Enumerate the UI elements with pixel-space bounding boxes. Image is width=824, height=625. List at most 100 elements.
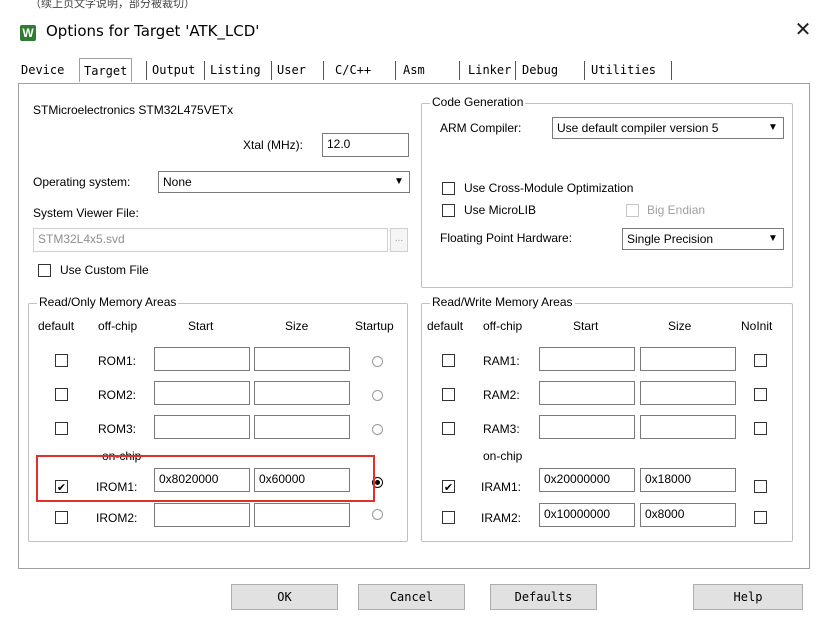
tab-user[interactable]: User (273, 60, 310, 82)
os-value: None (163, 175, 192, 189)
use-custom-file-label: Use Custom File (60, 263, 149, 277)
uvision-app-icon: W (20, 25, 36, 41)
iram1-noinit-checkbox[interactable] (754, 480, 767, 493)
tab-listing[interactable]: Listing (206, 60, 265, 82)
window-title: Options for Target 'ATK_LCD' (46, 22, 260, 40)
svd-file-field[interactable]: STM32L4x5.svd (33, 228, 388, 252)
ram-header-offchip: off-chip (483, 319, 523, 333)
rom1-default-checkbox[interactable] (55, 354, 68, 367)
iram1-size-input[interactable]: 0x18000 (640, 468, 736, 492)
ram2-noinit-checkbox[interactable] (754, 388, 767, 401)
tab-debug[interactable]: Debug (518, 60, 562, 82)
rom-header-offchip: off-chip (98, 319, 138, 333)
fp-hardware-select[interactable]: Single Precision ▼ (622, 228, 784, 250)
ram3-start-input[interactable] (539, 415, 635, 439)
tab-target[interactable]: Target (79, 58, 133, 82)
defaults-button[interactable]: Defaults (490, 584, 597, 610)
chevron-down-icon[interactable]: ▼ (765, 120, 781, 136)
microlib-checkbox[interactable] (442, 204, 455, 217)
fp-hardware-label: Floating Point Hardware: (440, 231, 573, 245)
highlight-box (36, 455, 375, 502)
ram1-start-input[interactable] (539, 347, 635, 371)
rom1-start-input[interactable] (154, 347, 250, 371)
irom2-startup-radio[interactable] (372, 509, 383, 520)
ram2-start-input[interactable] (539, 381, 635, 405)
cancel-button[interactable]: Cancel (358, 584, 465, 610)
rom2-default-checkbox[interactable] (55, 388, 68, 401)
tab-separator (459, 61, 460, 80)
ram-header-noinit: NoInit (741, 319, 773, 333)
rom3-size-input[interactable] (254, 415, 350, 439)
ram2-default-checkbox[interactable] (442, 388, 455, 401)
rom3-label: ROM3: (98, 422, 137, 436)
tab-c-cpp[interactable]: C/C++ (331, 60, 375, 82)
iram2-start-input[interactable]: 0x10000000 (539, 503, 635, 527)
tab-utilities[interactable]: Utilities (587, 60, 660, 82)
rom3-start-input[interactable] (154, 415, 250, 439)
tab-separator (271, 61, 272, 80)
irom2-size-input[interactable] (254, 503, 350, 527)
ram1-noinit-checkbox[interactable] (754, 354, 767, 367)
chevron-down-icon[interactable]: ▼ (391, 174, 407, 190)
help-button[interactable]: Help (693, 584, 803, 610)
arm-compiler-label: ARM Compiler: (440, 121, 522, 135)
use-custom-file-checkbox[interactable] (38, 264, 51, 277)
rom2-startup-radio[interactable] (372, 390, 383, 401)
iram1-start-input[interactable]: 0x20000000 (539, 468, 635, 492)
iram2-default-checkbox[interactable] (442, 511, 455, 524)
ram-onchip-label: on-chip (483, 449, 523, 463)
iram2-noinit-checkbox[interactable] (754, 511, 767, 524)
ram1-size-input[interactable] (640, 347, 736, 371)
cross-module-checkbox[interactable] (442, 182, 455, 195)
xtal-label: Xtal (MHz): (243, 138, 303, 152)
iram2-size-input[interactable]: 0x8000 (640, 503, 736, 527)
iram2-label: IRAM2: (481, 511, 522, 525)
tab-separator (395, 61, 396, 80)
rom-areas-legend: Read/Only Memory Areas (37, 295, 179, 309)
arm-compiler-value: Use default compiler version 5 (557, 121, 719, 135)
rom-header-size: Size (285, 319, 309, 333)
tab-linker[interactable]: Linker (464, 60, 515, 82)
device-name: STMicroelectronics STM32L475VETx (33, 103, 234, 117)
tab-separator (204, 61, 205, 80)
rom3-default-checkbox[interactable] (55, 422, 68, 435)
iram1-default-checkbox[interactable] (442, 480, 455, 493)
ok-button[interactable]: OK (231, 584, 338, 610)
xtal-input[interactable]: 12.0 (322, 133, 409, 157)
close-icon[interactable]: ✕ (791, 18, 815, 42)
ram-areas-legend: Read/Write Memory Areas (430, 295, 575, 309)
big-endian-label: Big Endian (647, 203, 706, 217)
rom2-size-input[interactable] (254, 381, 350, 405)
irom2-start-input[interactable] (154, 503, 250, 527)
ram3-noinit-checkbox[interactable] (754, 422, 767, 435)
ram2-size-input[interactable] (640, 381, 736, 405)
tab-output[interactable]: Output (148, 60, 199, 82)
rom1-startup-radio[interactable] (372, 356, 383, 367)
ram3-size-input[interactable] (640, 415, 736, 439)
tab-device[interactable]: Device (17, 60, 68, 82)
ram2-label: RAM2: (483, 388, 520, 402)
chevron-down-icon[interactable]: ▼ (765, 231, 781, 247)
ram1-default-checkbox[interactable] (442, 354, 455, 367)
microlib-label: Use MicroLIB (464, 203, 537, 217)
rom3-startup-radio[interactable] (372, 424, 383, 435)
os-select[interactable]: None ▼ (158, 171, 410, 193)
irom2-default-checkbox[interactable] (55, 511, 68, 524)
tab-asm[interactable]: Asm (399, 60, 429, 82)
ram3-default-checkbox[interactable] (442, 422, 455, 435)
rom2-start-input[interactable] (154, 381, 250, 405)
rom1-size-input[interactable] (254, 347, 350, 371)
arm-compiler-select[interactable]: Use default compiler version 5 ▼ (552, 117, 784, 139)
os-label: Operating system: (33, 175, 131, 189)
irom2-label: IROM2: (96, 511, 138, 525)
rom-header-default: default (38, 319, 75, 333)
svd-browse-button[interactable]: ... (390, 228, 408, 252)
rom1-label: ROM1: (98, 354, 137, 368)
rom-header-start: Start (188, 319, 214, 333)
svd-label: System Viewer File: (33, 206, 139, 220)
tab-separator (584, 61, 585, 80)
big-endian-checkbox[interactable] (626, 204, 639, 217)
fp-hardware-value: Single Precision (627, 232, 714, 246)
ram-header-start: Start (573, 319, 599, 333)
rom2-label: ROM2: (98, 388, 137, 402)
